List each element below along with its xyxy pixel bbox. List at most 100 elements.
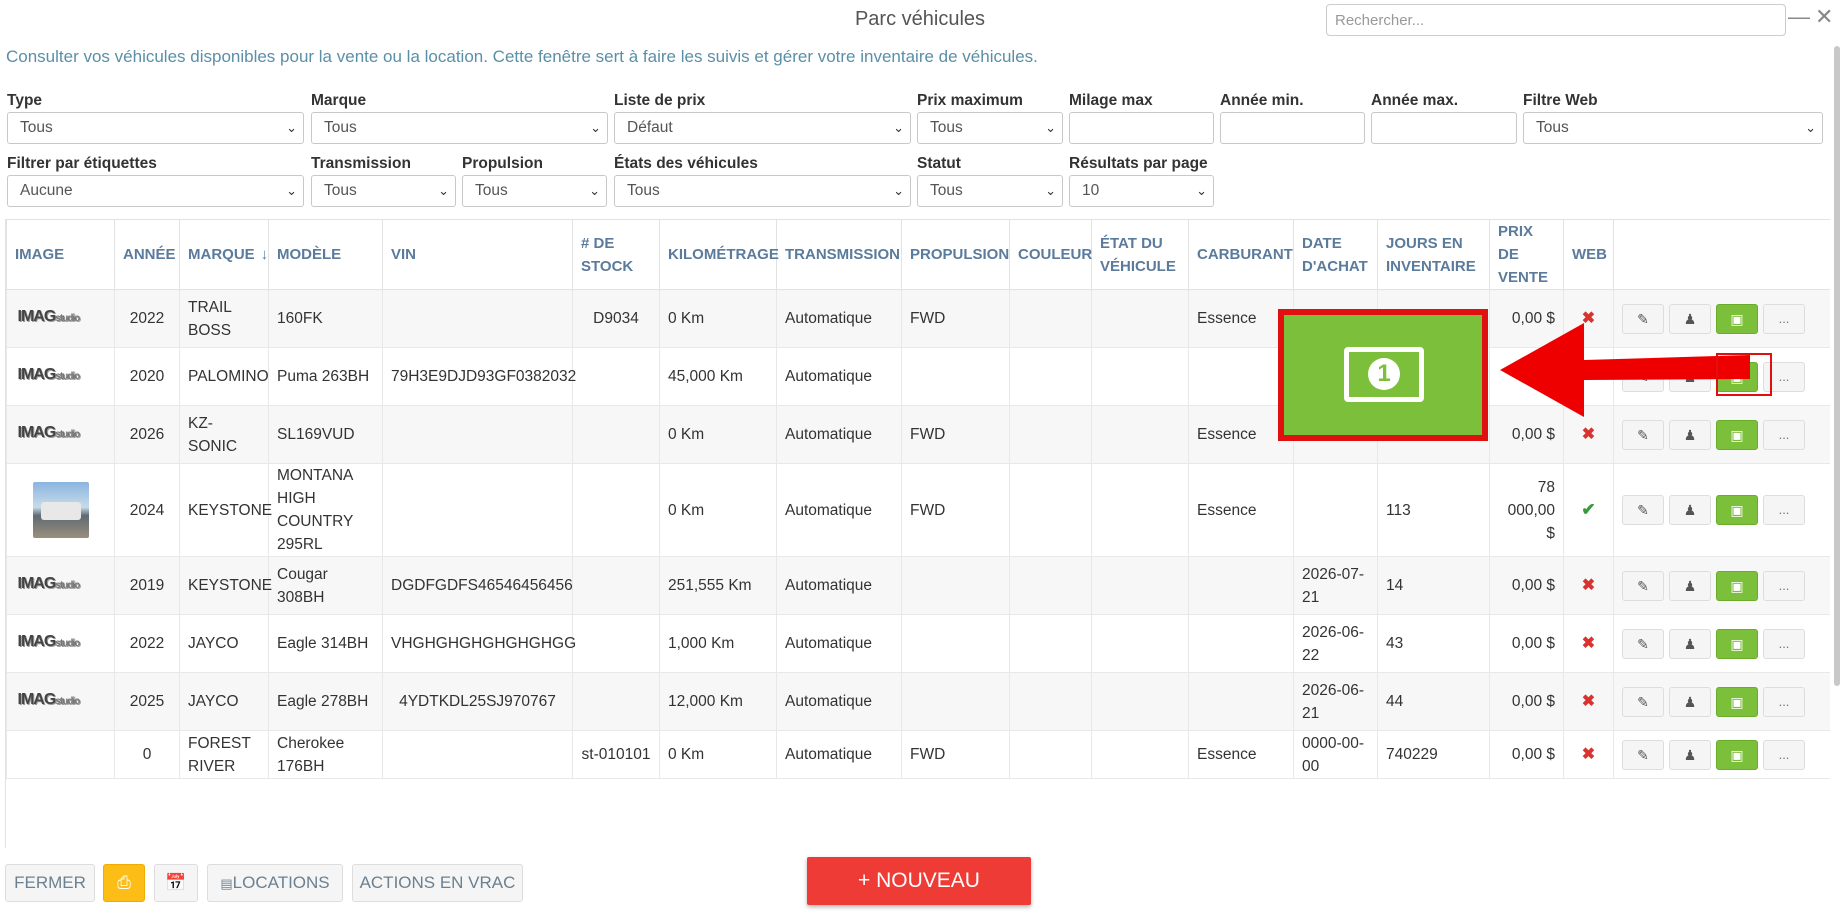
type-select[interactable]: Tous ⌄: [7, 112, 304, 144]
column-header[interactable]: MODÈLE: [268, 219, 383, 290]
pencil-icon: ✎: [1637, 635, 1649, 652]
sell-button[interactable]: ▣: [1716, 495, 1758, 525]
cell-etat: [1091, 730, 1189, 779]
filter-annee-min: Année min.: [1220, 91, 1365, 144]
etats-select[interactable]: Tous ⌄: [614, 175, 911, 207]
minimize-icon[interactable]: —: [1788, 4, 1810, 30]
edit-button[interactable]: ✎: [1622, 686, 1664, 717]
vehicle-thumbnail[interactable]: IMAGstudio: [18, 630, 104, 658]
web-select[interactable]: Tous ⌄: [1523, 112, 1823, 144]
money-icon: ▣: [1730, 577, 1744, 594]
column-header[interactable]: TRANSMISSION: [776, 219, 902, 290]
milage-max-input[interactable]: [1069, 112, 1214, 144]
more-options-button[interactable]: ...: [1763, 628, 1805, 659]
more-options-button[interactable]: ...: [1763, 570, 1805, 601]
cell-annee: 0: [114, 730, 180, 779]
print-button[interactable]: ⎙: [103, 864, 145, 902]
actions-en-vrac-button[interactable]: ACTIONS EN VRAC: [352, 864, 523, 902]
cell-vin: [382, 463, 573, 557]
table-row[interactable]: IMAGstudio 2022 JAYCO Eagle 314BH VHGHGHGHGH…: [6, 614, 1830, 673]
more-options-button[interactable]: ...: [1763, 303, 1805, 334]
filter-type-label: Type: [7, 92, 43, 109]
more-options-button[interactable]: ...: [1763, 495, 1805, 525]
table-header-row: IMAGE ANNÉE MARQUE ↓ MODÈLE VIN # DE STOCK KILO…: [6, 219, 1830, 290]
vehicle-thumbnail[interactable]: IMAGstudio: [18, 572, 104, 600]
column-header[interactable]: VIN: [382, 219, 573, 290]
filter-transmission: Transmission Tous ⌄: [311, 154, 456, 207]
cell-carburant: [1188, 556, 1294, 615]
resultats-select[interactable]: 10 ⌄: [1069, 175, 1214, 207]
column-header[interactable]: JOURS EN INVENTAIRE: [1377, 219, 1490, 290]
more-options-button[interactable]: ...: [1763, 739, 1805, 770]
clients-button[interactable]: ♟: [1669, 495, 1711, 525]
clients-button[interactable]: ♟: [1669, 686, 1711, 717]
column-header[interactable]: ANNÉE: [114, 219, 180, 290]
chevron-down-icon: ⌄: [893, 120, 904, 135]
column-header[interactable]: WEB: [1563, 219, 1614, 290]
annee-min-input[interactable]: [1220, 112, 1365, 144]
propulsion-select[interactable]: Tous ⌄: [462, 175, 607, 207]
cell-modele: 160FK: [268, 289, 383, 348]
x-mark-icon: ✖: [1581, 635, 1596, 652]
table-row[interactable]: 2024 KEYSTONE MONTANA HIGH COUNTRY 295RL 0 …: [6, 463, 1830, 557]
sell-button[interactable]: ▣: [1716, 628, 1758, 659]
cell-jours: 44: [1377, 672, 1490, 731]
clients-button[interactable]: ♟: [1669, 570, 1711, 601]
annee-max-input[interactable]: [1371, 112, 1517, 144]
column-header[interactable]: CARBURANT: [1188, 219, 1294, 290]
cell-vin: [382, 405, 573, 464]
prix-max-select[interactable]: Tous ⌄: [917, 112, 1063, 144]
calendar-button[interactable]: 📅: [154, 864, 198, 902]
close-icon[interactable]: ✕: [1815, 4, 1833, 30]
filter-etats-label: États des véhicules: [614, 155, 758, 172]
cell-vin: [382, 289, 573, 348]
clients-button[interactable]: ♟: [1669, 739, 1711, 770]
edit-button[interactable]: ✎: [1622, 495, 1664, 525]
more-options-button[interactable]: ...: [1763, 686, 1805, 717]
vehicle-photo[interactable]: [32, 482, 89, 538]
table-row[interactable]: IMAGstudio 2025 JAYCO Eagle 278BH 4YDTKDL25S…: [6, 672, 1830, 731]
column-header[interactable]: KILOMÉTRAGE: [659, 219, 779, 290]
cell-etat: [1091, 405, 1189, 464]
transmission-select[interactable]: Tous ⌄: [311, 175, 456, 207]
clients-button[interactable]: ♟: [1669, 419, 1711, 450]
column-header[interactable]: PRIX DE VENTE: [1489, 219, 1564, 290]
edit-button[interactable]: ✎: [1622, 570, 1664, 601]
filter-liste-prix: Liste de prix Défaut ⌄: [614, 91, 911, 144]
vehicle-thumbnail[interactable]: IMAGstudio: [18, 421, 104, 449]
nouveau-button[interactable]: + NOUVEAU: [807, 857, 1031, 905]
vehicle-thumbnail[interactable]: IMAGstudio: [18, 688, 104, 716]
sell-button[interactable]: ▣: [1716, 570, 1758, 601]
etiquettes-select[interactable]: Aucune ⌄: [7, 175, 304, 207]
column-header[interactable]: MARQUE ↓: [179, 219, 269, 290]
search-input[interactable]: [1326, 4, 1786, 36]
edit-button[interactable]: ✎: [1622, 739, 1664, 770]
sell-button[interactable]: ▣: [1716, 419, 1758, 450]
cell-prix: 0,00 $: [1489, 672, 1564, 731]
column-header[interactable]: ÉTAT DU VÉHICULE: [1091, 219, 1189, 290]
column-header[interactable]: # DE STOCK: [572, 219, 660, 290]
cell-transmission: Automatique: [776, 463, 902, 557]
money-icon: ▣: [1730, 502, 1744, 518]
clients-button[interactable]: ♟: [1669, 628, 1711, 659]
column-header[interactable]: COULEUR: [1009, 219, 1092, 290]
scrollbar[interactable]: [1834, 46, 1840, 686]
edit-button[interactable]: ✎: [1622, 419, 1664, 450]
more-options-button[interactable]: ...: [1763, 419, 1805, 450]
sell-button[interactable]: ▣: [1716, 686, 1758, 717]
liste-prix-select[interactable]: Défaut ⌄: [614, 112, 911, 144]
fermer-button[interactable]: FERMER: [5, 864, 95, 902]
table-row[interactable]: IMAGstudio 2019 KEYSTONE Cougar 308BH DGDFGD…: [6, 556, 1830, 615]
cell-modele: Puma 263BH: [268, 347, 383, 406]
marque-select[interactable]: Tous ⌄: [311, 112, 608, 144]
edit-button[interactable]: ✎: [1622, 628, 1664, 659]
vehicle-thumbnail[interactable]: IMAGstudio: [18, 363, 104, 391]
statut-select[interactable]: Tous ⌄: [917, 175, 1063, 207]
sell-button[interactable]: ▣: [1716, 739, 1758, 770]
column-header[interactable]: DATE D'ACHAT: [1293, 219, 1378, 290]
vehicle-thumbnail[interactable]: IMAGstudio: [18, 305, 104, 333]
column-header[interactable]: IMAGE: [6, 219, 115, 290]
column-header[interactable]: PROPULSION: [901, 219, 1010, 290]
table-row[interactable]: 0 FOREST RIVER Cherokee 176BH st-010101 0 Km…: [6, 730, 1830, 779]
locations-button[interactable]: ▤LOCATIONS: [207, 864, 343, 902]
